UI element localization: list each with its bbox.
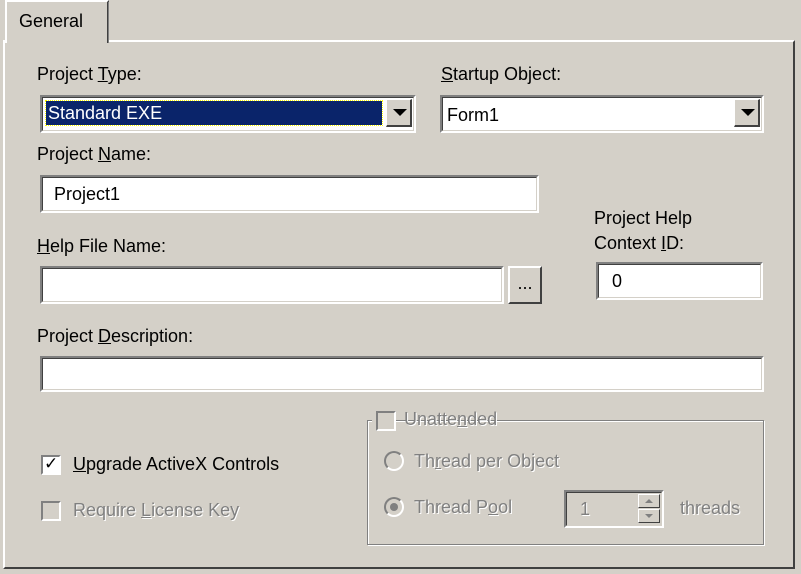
browse-help-file-button[interactable]: ... [508, 266, 542, 304]
unattended-label[interactable]: Unattended [404, 409, 497, 430]
arrow-down-icon [645, 514, 653, 518]
thread-pool-label[interactable]: Thread Pool [414, 497, 512, 518]
unattended-checkbox[interactable] [376, 411, 396, 431]
project-type-value: Standard EXE [45, 100, 383, 126]
startup-object-label: Startup Object: [441, 64, 562, 84]
project-description-input[interactable] [40, 356, 764, 392]
project-name-input[interactable]: Project1 [40, 175, 539, 213]
startup-object-dropdown-button[interactable] [734, 99, 760, 127]
thread-pool-radio[interactable] [384, 497, 404, 517]
unattended-group-header: Unattended [372, 408, 497, 434]
help-file-name-label: Help File Name: [37, 236, 167, 256]
thread-pool-count-spinner[interactable]: 1 [564, 490, 664, 528]
arrow-up-icon [645, 499, 653, 503]
spin-up-button[interactable] [638, 494, 660, 508]
project-type-dropdown-button[interactable] [386, 99, 412, 127]
tab-general[interactable]: General [5, 0, 109, 43]
require-license-key-checkbox[interactable] [41, 501, 61, 521]
require-license-key-label[interactable]: Require License Key [73, 500, 239, 521]
spin-down-button[interactable] [638, 509, 660, 523]
help-file-name-input[interactable] [40, 266, 504, 304]
check-mark-icon: ✓ [44, 454, 59, 473]
chevron-down-icon [393, 109, 407, 116]
tab-label: General [19, 11, 84, 31]
chevron-down-icon [741, 109, 755, 116]
thread-per-object-label[interactable]: Thread per Object [414, 451, 559, 472]
project-type-label: Project Type: [37, 64, 142, 84]
upgrade-activex-checkbox[interactable]: ✓ [41, 454, 61, 475]
threads-suffix-label: threads [680, 498, 741, 518]
help-context-id-value: 0 [612, 271, 623, 291]
help-context-id-input[interactable]: 0 [596, 262, 763, 300]
project-name-label: Project Name: [37, 144, 152, 164]
project-name-value: Project1 [54, 184, 121, 204]
thread-per-object-radio[interactable] [384, 451, 404, 471]
help-context-id-label: Project Help Context ID: [594, 208, 693, 253]
radio-selected-dot [390, 503, 398, 511]
startup-object-dropdown[interactable]: Form1 [440, 95, 764, 133]
thread-pool-count-value: 1 [580, 499, 591, 519]
upgrade-activex-label[interactable]: Upgrade ActiveX Controls [73, 454, 279, 475]
project-type-dropdown[interactable]: Standard EXE [40, 95, 416, 133]
startup-object-value: Form1 [447, 105, 500, 125]
project-description-label: Project Description: [37, 326, 194, 346]
